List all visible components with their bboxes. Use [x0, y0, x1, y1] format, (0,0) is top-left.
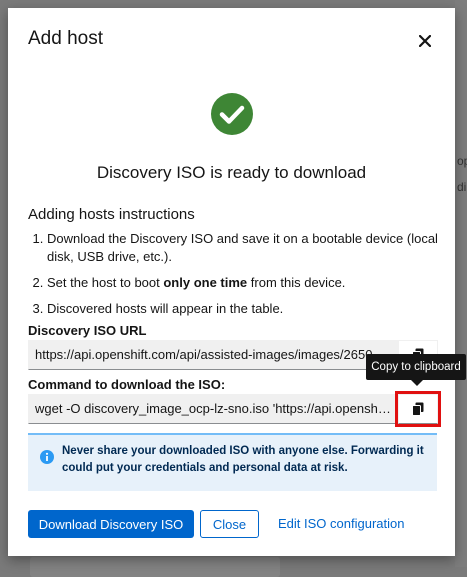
- command-copy-group: wget -O discovery_image_ocp-lz-sno.iso '…: [28, 391, 441, 427]
- background-card: [30, 557, 280, 577]
- instruction-item: Download the Discovery ISO and save it o…: [47, 230, 457, 266]
- tooltip-arrow: [411, 380, 423, 386]
- copy-icon: [412, 402, 424, 416]
- copy-tooltip: Copy to clipboard: [366, 354, 466, 380]
- instruction-text: from this device.: [247, 275, 346, 290]
- instruction-text: Discovered hosts will appear in the tabl…: [47, 301, 284, 316]
- download-iso-button[interactable]: Download Discovery ISO: [28, 510, 194, 538]
- background-text: op: [457, 154, 467, 168]
- instruction-text: Set the host to boot: [47, 275, 164, 290]
- check-circle-icon: [211, 93, 253, 135]
- instruction-emphasis: only one time: [163, 275, 248, 290]
- command-field[interactable]: wget -O discovery_image_ocp-lz-sno.iso '…: [28, 394, 398, 424]
- instruction-item: Set the host to boot only one time from …: [47, 274, 457, 292]
- instructions-list: Download the Discovery ISO and save it o…: [28, 230, 457, 325]
- iso-url-field[interactable]: https://api.openshift.com/api/assisted-i…: [28, 340, 398, 370]
- instruction-text: Download the Discovery ISO and save it o…: [47, 231, 438, 264]
- close-icon[interactable]: [416, 32, 434, 50]
- background-text: di: [457, 180, 467, 194]
- iso-url-label: Discovery ISO URL: [28, 323, 147, 338]
- copy-command-button[interactable]: [395, 391, 441, 427]
- close-button[interactable]: Close: [200, 510, 259, 538]
- instruction-item: Discovered hosts will appear in the tabl…: [47, 300, 457, 318]
- ready-heading: Discovery ISO is ready to download: [96, 163, 367, 182]
- edit-iso-configuration-link[interactable]: Edit ISO configuration: [276, 510, 406, 538]
- modal-title: Add host: [28, 28, 103, 49]
- instructions-title: Adding hosts instructions: [28, 206, 195, 223]
- add-host-modal: Add host Discovery ISO is ready to downl…: [8, 8, 455, 556]
- info-alert: Never share your downloaded ISO with any…: [28, 433, 437, 491]
- info-circle-icon: [40, 450, 54, 464]
- alert-text: Never share your downloaded ISO with any…: [62, 445, 424, 474]
- close-icon-glyph: [419, 35, 431, 47]
- command-label: Command to download the ISO:: [28, 377, 226, 392]
